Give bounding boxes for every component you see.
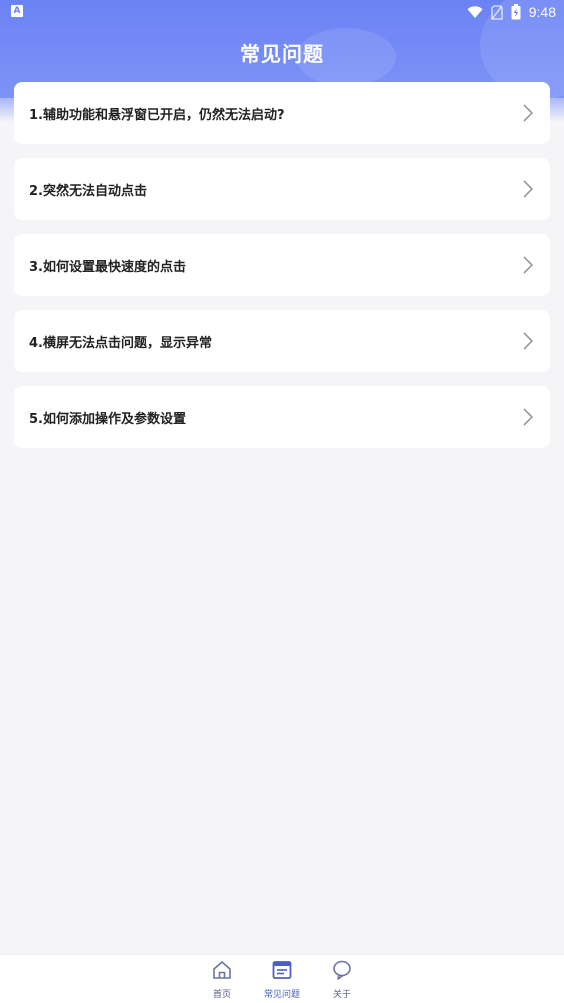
nav-label: 关于 <box>332 990 351 1000</box>
faq-item[interactable]: 4.横屏无法点击问题，显示异常 <box>14 310 550 372</box>
nav-item-faq[interactable]: 常见问题 <box>252 959 312 1001</box>
nav-item-about[interactable]: 关于 <box>312 959 372 1001</box>
chevron-right-icon <box>523 408 534 426</box>
notification-app-icon: A <box>11 5 23 17</box>
faq-item-label: 3.如何设置最快速度的点击 <box>29 259 186 275</box>
nav-label: 常见问题 <box>263 990 300 1000</box>
chevron-right-icon <box>523 180 534 198</box>
faq-item-label: 4.横屏无法点击问题，显示异常 <box>29 335 212 351</box>
faq-item[interactable]: 1.辅助功能和悬浮窗已开启，仍然无法启动? <box>14 82 550 144</box>
faq-item[interactable]: 3.如何设置最快速度的点击 <box>14 234 550 296</box>
nav-item-home[interactable]: 首页 <box>192 959 252 1001</box>
wifi-icon <box>467 6 483 18</box>
no-sim-icon <box>491 4 503 20</box>
faq-item[interactable]: 2.突然无法自动点击 <box>14 158 550 220</box>
status-icons: 9:48 <box>467 2 556 22</box>
faq-item-label: 2.突然无法自动点击 <box>29 183 147 199</box>
faq-list: 1.辅助功能和悬浮窗已开启，仍然无法启动? 2.突然无法自动点击 3.如何设置最… <box>14 82 550 462</box>
about-icon <box>333 960 351 980</box>
chevron-right-icon <box>523 256 534 274</box>
page-title: 常见问题 <box>240 42 324 66</box>
chevron-right-icon <box>523 332 534 350</box>
status-bar: A 9:48 <box>0 0 564 24</box>
battery-charging-icon <box>511 4 521 20</box>
faq-item-label: 1.辅助功能和悬浮窗已开启，仍然无法启动? <box>29 107 285 123</box>
home-icon <box>213 961 231 979</box>
chevron-right-icon <box>523 104 534 122</box>
nav-label: 首页 <box>212 990 231 1000</box>
faq-item-label: 5.如何添加操作及参数设置 <box>29 411 186 427</box>
faq-item[interactable]: 5.如何添加操作及参数设置 <box>14 386 550 448</box>
bottom-nav: 首页 常见问题 关于 <box>0 954 564 1003</box>
faq-icon <box>272 961 292 979</box>
status-time: 9:48 <box>528 4 556 20</box>
